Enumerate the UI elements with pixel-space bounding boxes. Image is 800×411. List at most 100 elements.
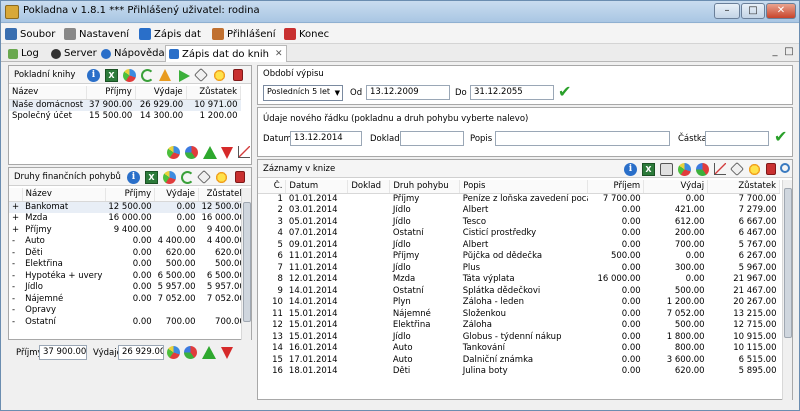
excel-icon[interactable]: X	[105, 69, 118, 82]
newrow-doklad-field[interactable]	[400, 131, 464, 146]
down-arrow-icon[interactable]	[221, 147, 233, 159]
confirm-check-icon[interactable]: ✔	[558, 84, 571, 100]
info-icon[interactable]: i	[127, 171, 140, 184]
minimize-button[interactable]: –	[714, 3, 740, 19]
col-datum[interactable]: Datum	[285, 180, 349, 194]
info-icon[interactable]: i	[87, 69, 100, 82]
print-icon[interactable]	[660, 163, 673, 176]
colored-pie-icon[interactable]	[185, 146, 198, 159]
tab-server[interactable]: Server	[48, 45, 100, 62]
line-chart-icon[interactable]	[238, 146, 250, 158]
table-row[interactable]: 13 15.01.2014 Jídlo Globus - týdenní nákup 0…	[258, 331, 780, 343]
table-row[interactable]: 15 17.01.2014 Auto Dalniční známka 0.00 3 600…	[258, 354, 780, 366]
period-from-field[interactable]: 13.12.2009	[366, 85, 450, 100]
table-row[interactable]: - Děti 0.00 620.00 620.00	[9, 247, 248, 259]
tab-log[interactable]: Log	[5, 45, 42, 62]
tab-maximize-icon[interactable]: □	[783, 46, 795, 58]
col-cislo[interactable]: Č.	[258, 180, 287, 194]
up-arrow-icon[interactable]	[202, 346, 216, 359]
table-row[interactable]: + Bankomat 12 500.00 0.00 12 500.00	[9, 201, 248, 213]
table-row[interactable]: 1 01.01.2014 Příjmy Peníze z loňska zaveden…	[258, 193, 780, 205]
pie-chart-icon[interactable]	[678, 163, 691, 176]
col-vydaje[interactable]: Výdaje	[135, 86, 187, 100]
table-row[interactable]: 6 11.01.2014 Příjmy Půjčka od dědečka 500.00…	[258, 251, 780, 263]
colored-pie-icon[interactable]	[696, 163, 709, 176]
col-vydaje[interactable]: Výdaje	[154, 188, 200, 202]
menu-konec[interactable]: Konec	[284, 26, 329, 42]
excel-icon[interactable]: X	[642, 163, 655, 176]
tab-minimize-icon[interactable]: _	[769, 46, 781, 58]
pie-chart-icon[interactable]	[167, 146, 180, 159]
col-zustatek[interactable]: Zůstatek	[186, 86, 242, 100]
col-sign[interactable]	[9, 188, 23, 202]
col-druh[interactable]: Druh pohybu	[389, 180, 461, 194]
table-row[interactable]: - Elektřina 0.00 500.00 500.00	[9, 259, 248, 271]
col-nazev[interactable]: Název	[9, 86, 87, 100]
tab-close-icon[interactable]: ✕	[275, 49, 283, 59]
upload-icon[interactable]	[159, 69, 171, 81]
colored-pie-icon[interactable]	[184, 346, 197, 359]
trash-icon[interactable]	[233, 69, 243, 81]
menu-prihlaseni[interactable]: Přihlášení	[212, 26, 275, 42]
table-row[interactable]: 4 07.01.2014 Ostatní Čisticí prostředky 0.00…	[258, 228, 780, 240]
scrollbar-thumb[interactable]	[784, 188, 792, 338]
refresh-icon[interactable]	[181, 171, 194, 184]
sun-icon[interactable]	[215, 171, 228, 184]
up-arrow-icon[interactable]	[203, 146, 217, 159]
col-vydaj[interactable]: Výdaj	[643, 180, 709, 194]
table-row[interactable]: 3 05.01.2014 Jídlo Tesco 0.00 612.00 6 667.00	[258, 216, 780, 228]
tag-icon[interactable]	[729, 161, 745, 177]
menu-nastaveni[interactable]: Nastavení	[64, 26, 129, 42]
col-nazev[interactable]: Název	[22, 188, 106, 202]
table-row[interactable]: 9 14.01.2014 Ostatní Splátka dědečkovi 0.00 5…	[258, 285, 780, 297]
table-row[interactable]: + Mzda 16 000.00 0.00 16 000.00	[9, 213, 248, 225]
sun-icon[interactable]	[213, 69, 226, 82]
table-row[interactable]: - Nájemné 0.00 7 052.00 7 052.00	[9, 293, 248, 305]
period-select[interactable]: Posledních 5 let ▼	[263, 85, 343, 101]
table-row[interactable]: 5 09.01.2014 Jídlo Albert 0.00 700.00 5 767.00	[258, 239, 780, 251]
table-row[interactable]: 7 11.01.2014 Jídlo Plus 0.00 300.00 5 967.00	[258, 262, 780, 274]
close-button[interactable]: ✕	[766, 3, 796, 19]
info-icon[interactable]: i	[624, 163, 637, 176]
table-row[interactable]: 11 15.01.2014 Nájemné Složenkou 0.00 7 052.00…	[258, 308, 780, 320]
period-to-field[interactable]: 31.12.2055	[470, 85, 554, 100]
table-row[interactable]: 8 12.01.2014 Mzda Táta výplata 16 000.00 0.00…	[258, 274, 780, 286]
table-row[interactable]: - Jídlo 0.00 5 957.00 5 957.00	[9, 282, 248, 294]
col-zustatek[interactable]: Zůstatek	[707, 180, 780, 194]
table-row[interactable]: 10 14.01.2014 Plyn Záloha - leden 0.00 1 200.…	[258, 297, 780, 309]
table-row[interactable]: - Opravy	[9, 305, 248, 317]
records-scrollbar[interactable]	[782, 180, 792, 400]
table-row[interactable]: 14 16.01.2014 Auto Tankování 0.00 800.00 10 11…	[258, 343, 780, 355]
refresh-icon[interactable]	[141, 69, 154, 82]
trash-icon[interactable]	[766, 163, 776, 175]
newrow-castka-field[interactable]	[705, 131, 769, 146]
line-chart-icon[interactable]	[714, 163, 726, 175]
col-prijem[interactable]: Příjem	[587, 180, 645, 194]
table-row[interactable]: Naše domácnost 37 900.00 26 929.00 10 97…	[9, 99, 241, 111]
table-row[interactable]: 12 15.01.2014 Elektřina Záloha 0.00 500.00 12 …	[258, 320, 780, 332]
pie-chart-icon[interactable]	[123, 69, 136, 82]
trash-icon[interactable]	[235, 171, 245, 183]
tag-icon[interactable]	[196, 169, 212, 185]
table-row[interactable]: - Ostatní 0.00 700.00 700.00	[9, 316, 248, 328]
table-row[interactable]: Společný účet 15 500.00 14 300.00 1 200.…	[9, 111, 241, 123]
table-row[interactable]: - Hypotéka + uvery 0.00 6 500.00 6 500.00	[9, 270, 248, 282]
col-prijmy[interactable]: Příjmy	[86, 86, 136, 100]
pie-chart-icon[interactable]	[167, 346, 180, 359]
table-row[interactable]: 2 03.01.2014 Jídlo Albert 0.00 421.00 7 279.00	[258, 205, 780, 217]
newrow-date-field[interactable]: 13.12.2014	[290, 131, 362, 146]
play-icon[interactable]	[179, 70, 190, 82]
tab-napoveda[interactable]: Nápověda	[98, 45, 168, 62]
maximize-button[interactable]: □	[741, 3, 765, 19]
tag-icon[interactable]	[193, 67, 209, 83]
search-icon[interactable]	[780, 163, 790, 173]
tab-zapis-dat-do-knih[interactable]: Zápis dat do knih ✕	[165, 45, 287, 62]
menu-soubor[interactable]: Soubor	[5, 26, 55, 42]
col-popis[interactable]: Popis	[459, 180, 589, 194]
sun-icon[interactable]	[748, 163, 761, 176]
pie-chart-icon[interactable]	[163, 171, 176, 184]
excel-icon[interactable]: X	[145, 171, 158, 184]
col-doklad[interactable]: Doklad	[347, 180, 391, 194]
newrow-popis-field[interactable]	[495, 131, 670, 146]
menu-zapis-dat[interactable]: Zápis dat	[139, 26, 201, 42]
